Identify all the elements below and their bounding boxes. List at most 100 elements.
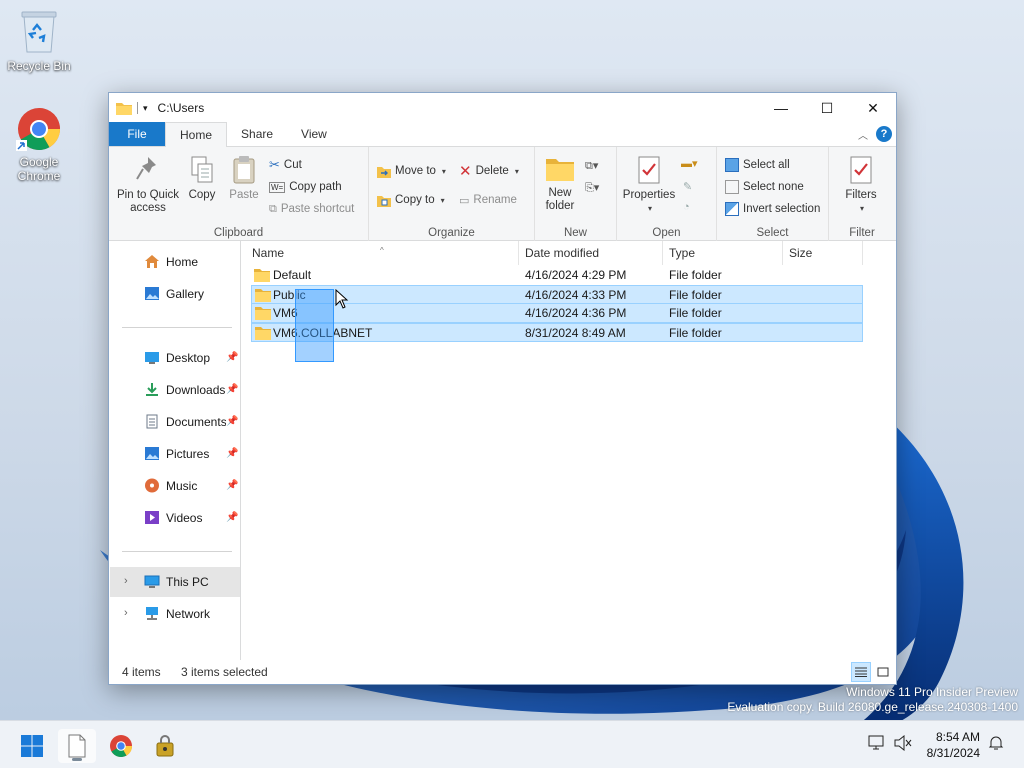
desktop-icon-google-chrome[interactable]: Google Chrome <box>1 106 77 183</box>
nav-label: Gallery <box>166 287 205 301</box>
documents-icon <box>144 414 160 432</box>
taskbar-security-app[interactable] <box>146 729 184 763</box>
pin-icon[interactable]: 📌 <box>226 352 238 363</box>
nav-item-desktop[interactable]: Desktop 📌 <box>110 343 240 373</box>
status-bar: 4 items 3 items selected <box>109 660 896 684</box>
paste-label: Paste <box>229 189 259 201</box>
pin-to-quick-access-button[interactable]: Pin to Quick access <box>113 155 183 215</box>
desktop-icon-recycle-bin[interactable]: Recycle Bin <box>1 8 77 73</box>
file-type: File folder <box>669 306 722 320</box>
tab-home[interactable]: Home <box>165 122 228 147</box>
minimize-button[interactable]: — <box>758 93 804 123</box>
open-icon[interactable]: ▬▾ <box>681 157 698 170</box>
nav-label: Pictures <box>166 447 210 461</box>
column-header-type[interactable]: Type <box>663 241 783 265</box>
invert-selection-button[interactable]: Invert selection <box>725 199 820 219</box>
volume-muted-icon[interactable] <box>894 734 912 754</box>
table-row[interactable]: VM6.COLLABNET 8/31/2024 8:49 AM File fol… <box>251 323 863 342</box>
gallery-icon <box>144 286 160 304</box>
column-header-name[interactable]: Name ^ <box>246 241 519 265</box>
large-icons-view-button[interactable] <box>873 662 893 682</box>
copy-to-button[interactable]: Copy to ▾ <box>377 190 445 210</box>
new-folder-label: New folder <box>545 187 575 212</box>
file-date: 4/16/2024 4:36 PM <box>525 306 627 320</box>
chevron-down-icon[interactable]: ▾ <box>143 103 148 114</box>
copy-button[interactable]: Copy <box>183 155 221 202</box>
details-view-button[interactable] <box>851 662 871 682</box>
history-icon[interactable]: ◔ <box>683 201 690 213</box>
filters-label: Filters <box>845 189 877 201</box>
rename-label: Rename <box>473 194 517 206</box>
cut-button[interactable]: ✂ Cut <box>269 155 302 175</box>
clipboard-icon <box>233 156 255 184</box>
ribbon-tabs: File Home Share View ︿ ? <box>109 122 896 147</box>
maximize-button[interactable]: ☐ <box>804 93 850 123</box>
table-row[interactable]: Default 4/16/2024 4:29 PM File folder <box>251 266 863 285</box>
select-none-icon <box>725 180 739 194</box>
tab-view[interactable]: View <box>287 122 341 146</box>
copy-path-button[interactable]: W= Copy path <box>269 177 342 197</box>
nav-item-downloads[interactable]: Downloads 📌 <box>110 375 240 405</box>
nav-item-videos[interactable]: Videos 📌 <box>110 503 240 533</box>
paste-shortcut-button[interactable]: ⧉ Paste shortcut <box>269 199 354 219</box>
new-item-icon[interactable]: ⧉▾ <box>585 159 598 173</box>
group-clipboard: Pin to Quick access Copy Paste ✂ Cut W= … <box>109 147 369 241</box>
pin-icon[interactable]: 📌 <box>226 416 238 427</box>
pin-icon[interactable]: 📌 <box>226 448 238 459</box>
nav-item-this-pc[interactable]: › This PC <box>110 567 240 597</box>
copy-to-icon <box>377 195 391 207</box>
system-clock[interactable]: 8:54 AM 8/31/2024 <box>927 729 980 761</box>
pin-icon[interactable]: 📌 <box>226 512 238 523</box>
cut-label: Cut <box>283 159 302 171</box>
paste-button[interactable]: Paste <box>225 155 263 202</box>
select-all-button[interactable]: Select all <box>725 155 790 175</box>
taskbar-chrome[interactable] <box>102 729 140 763</box>
downloads-icon <box>144 382 160 400</box>
nav-item-gallery[interactable]: Gallery <box>110 279 240 309</box>
column-header-size[interactable]: Size <box>783 241 863 265</box>
properties-button[interactable]: Properties ▾ <box>621 155 677 215</box>
folder-icon <box>255 307 271 320</box>
filters-button[interactable]: Filters ▾ <box>837 155 885 215</box>
column-header-date-modified[interactable]: Date modified <box>519 241 663 265</box>
pin-icon[interactable]: 📌 <box>226 384 238 395</box>
tab-file[interactable]: File <box>109 122 165 146</box>
network-status-icon[interactable] <box>868 735 886 754</box>
rename-button[interactable]: ▭ Rename <box>459 190 517 210</box>
delete-button[interactable]: ✕ Delete ▾ <box>459 161 519 181</box>
pictures-icon <box>144 446 160 464</box>
close-button[interactable]: ✕ <box>850 93 896 123</box>
edit-icon[interactable]: ✎ <box>683 180 692 193</box>
file-explorer-window: ▾ C:\Users — ☐ ✕ File Home Share View ︿ … <box>108 92 897 685</box>
nav-item-home[interactable]: Home <box>110 247 240 277</box>
column-header-label: Type <box>669 246 696 260</box>
nav-item-music[interactable]: Music 📌 <box>110 471 240 501</box>
help-icon[interactable]: ? <box>876 126 892 142</box>
file-name: Default <box>273 268 312 282</box>
group-label-new: New <box>563 227 587 239</box>
pin-icon[interactable]: 📌 <box>226 480 238 491</box>
select-none-button[interactable]: Select none <box>725 177 804 197</box>
nav-item-pictures[interactable]: Pictures 📌 <box>110 439 240 469</box>
taskbar-file-explorer[interactable] <box>58 729 96 763</box>
nav-label: Downloads <box>166 383 226 397</box>
nav-item-documents[interactable]: Documents 📌 <box>110 407 240 437</box>
invert-selection-label: Invert selection <box>743 203 821 215</box>
nav-item-network[interactable]: › Network <box>110 599 240 629</box>
notifications-bell-icon[interactable] <box>988 735 1004 754</box>
easy-access-icon[interactable]: ⎘▾ <box>585 181 599 195</box>
move-to-button[interactable]: Move to ▾ <box>377 161 446 181</box>
ribbon: Pin to Quick access Copy Paste ✂ Cut W= … <box>109 147 896 241</box>
navigation-pane: Home Gallery Desktop 📌 Downloads 📌 Docum… <box>110 241 241 661</box>
start-button[interactable] <box>13 729 51 763</box>
mouse-cursor-icon <box>335 289 349 309</box>
chevron-right-icon[interactable]: › <box>124 575 128 587</box>
chevron-right-icon[interactable]: › <box>124 607 128 619</box>
tab-share[interactable]: Share <box>227 122 287 146</box>
title-bar[interactable]: ▾ C:\Users — ☐ ✕ <box>109 93 896 123</box>
pin-icon <box>136 157 156 180</box>
copy-label: Copy <box>188 189 216 201</box>
collapse-ribbon-icon[interactable]: ︿ <box>858 127 868 142</box>
maximize-icon: ☐ <box>820 99 834 116</box>
new-folder-button[interactable]: New folder <box>539 155 581 213</box>
